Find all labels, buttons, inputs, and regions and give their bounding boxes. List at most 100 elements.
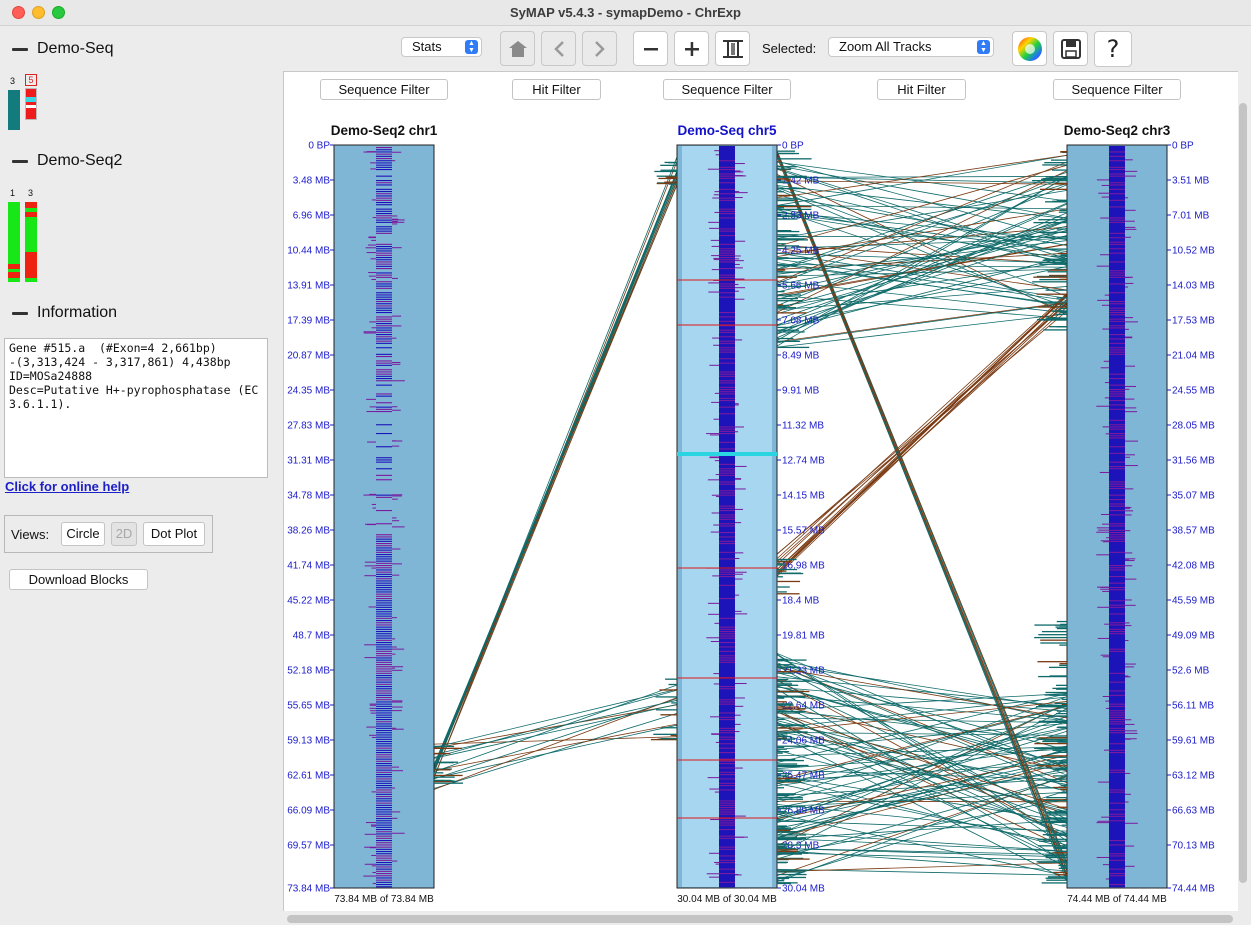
collapse-icon[interactable] [12,47,28,51]
gene-mark [719,340,735,342]
gene-mark [719,721,735,723]
selected-gene-highlight[interactable] [677,452,777,456]
gene-mark [371,865,376,867]
gene-mark [719,419,735,421]
gene-mark [1125,732,1138,734]
back-button[interactable] [541,31,576,66]
hit-bar [1042,164,1067,166]
gene-mark [719,182,735,184]
gene-mark [719,510,735,512]
stats-dropdown[interactable]: Stats ▲ ▼ [401,37,482,57]
tick-label: 56.11 MB [1172,701,1214,712]
gene-mark [376,661,392,663]
chrom-thumb-3b[interactable] [25,202,37,282]
color-settings-button[interactable] [1012,31,1047,66]
track-footer: 30.04 MB of 30.04 MB [677,894,777,905]
gene-mark [376,259,392,261]
gene-mark [371,791,376,793]
2d-view-button[interactable]: 2D [111,522,137,546]
gene-mark [1109,525,1125,527]
hit-bar [434,769,451,771]
collapse-icon[interactable] [12,159,28,163]
section-demo-seq2[interactable]: Demo-Seq2 [12,152,122,170]
home-button[interactable] [500,31,535,66]
gene-mark [1109,263,1125,265]
vertical-scrollbar[interactable] [1239,103,1247,883]
gene-mark [719,171,735,173]
gene-mark [719,265,735,267]
gene-mark [1109,796,1125,798]
tick-label: 41.74 MB [287,561,330,572]
collapse-icon[interactable] [12,311,28,315]
gene-mark [1109,677,1125,679]
gene-mark [376,494,392,496]
gene-mark [719,481,735,483]
gene-mark [1109,870,1125,872]
gene-mark [376,371,392,373]
tick-label: 0 BP [308,141,330,152]
gene-mark [1125,226,1136,228]
gene-mark [376,664,392,666]
gene-mark [735,267,743,269]
gene-mark [1109,496,1125,498]
gene-mark [1109,362,1125,364]
horizontal-scrollbar[interactable] [287,915,1233,923]
fit-tracks-button[interactable] [715,31,750,66]
gene-mark [1102,590,1109,592]
gene-mark [719,228,735,230]
track-demo-seq2-chr1[interactable]: Demo-Seq2 chr1 0 BP3.48 MB6.96 MB10.44 M… [287,123,438,905]
zoom-out-button[interactable] [633,31,668,66]
section-information[interactable]: Information [12,304,117,322]
chrom-thumb-5[interactable] [25,88,37,120]
gene-mark [371,199,376,201]
gene-mark [709,434,719,436]
section-demo-seq[interactable]: Demo-Seq [12,40,113,58]
gene-mark [712,575,719,577]
gene-mark [392,653,396,655]
gene-mark [719,763,735,765]
gene-mark [1109,648,1125,650]
chrom-thumb-3[interactable] [8,90,20,130]
gene-mark [719,226,735,228]
circle-view-button[interactable]: Circle [61,522,105,546]
hit-bar [777,658,788,661]
track-title: Demo-Seq chr5 [677,123,777,138]
tick-label: 17.53 MB [1172,316,1215,327]
info-text-area[interactable]: Gene #515.a (#Exon=4 2,661bp) -(3,313,42… [4,338,268,478]
gene-mark [376,622,392,624]
gene-mark [719,879,735,881]
gene-mark [376,569,392,571]
zoom-in-button[interactable] [674,31,709,66]
hit-bar [1060,788,1067,791]
download-blocks-button[interactable]: Download Blocks [9,569,148,590]
hit-bar [777,727,803,729]
gene-mark [1125,666,1135,668]
gene-mark [1109,224,1125,226]
hit-line [433,736,678,745]
gene-mark [376,215,392,217]
online-help-link[interactable]: Click for online help [5,479,129,494]
gene-mark [376,595,392,597]
hit-bar [777,563,783,565]
gene-mark [1109,455,1125,457]
gene-mark [1109,503,1125,505]
gene-mark [1109,611,1125,613]
gene-mark [719,459,735,461]
gene-mark [1125,337,1133,339]
track-demo-seq2-chr3[interactable]: Demo-Seq2 chr3 0 BP3.51 MB7.01 MB10.52 M… [1064,123,1215,905]
hit-bar [654,170,677,173]
section-title: Demo-Seq2 [37,152,123,169]
save-button[interactable] [1053,31,1088,66]
help-button[interactable]: ? [1094,31,1132,67]
gene-mark [376,703,392,705]
selected-dropdown[interactable]: Zoom All Tracks ▲ ▼ [828,37,994,57]
alignment-plot[interactable]: Demo-Seq2 chr1 0 BP3.48 MB6.96 MB10.44 M… [284,72,1238,911]
hit-bar [777,187,807,190]
gene-mark [719,191,735,193]
dot-plot-view-button[interactable]: Dot Plot [143,522,205,546]
forward-button[interactable] [582,31,617,66]
hit-bar [1056,806,1067,808]
chrom-thumb-1[interactable] [8,202,20,282]
chromosome-canvas[interactable]: Sequence Filter Hit Filter Sequence Filt… [283,71,1238,911]
gene-mark [719,853,735,855]
